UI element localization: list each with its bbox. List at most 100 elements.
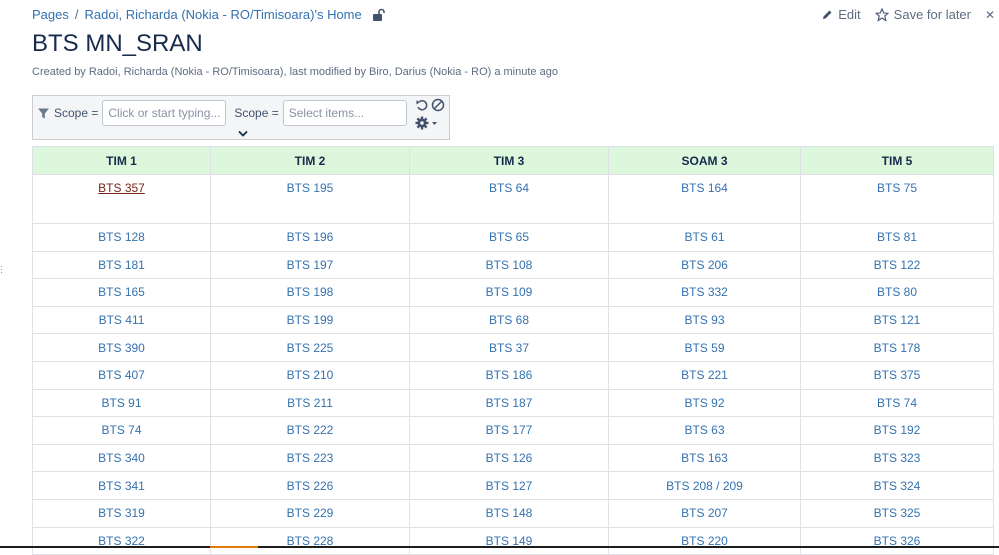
undo-icon[interactable] xyxy=(415,98,429,112)
table-cell: BTS 64 xyxy=(409,174,609,224)
bts-link[interactable]: BTS 64 xyxy=(489,181,529,195)
bts-link[interactable]: BTS 332 xyxy=(681,285,728,299)
table-cell: BTS 195 xyxy=(210,174,410,224)
bts-link[interactable]: BTS 226 xyxy=(287,479,334,493)
bts-link[interactable]: BTS 63 xyxy=(684,423,724,437)
bts-link[interactable]: BTS 75 xyxy=(877,181,917,195)
bts-link[interactable]: BTS 92 xyxy=(684,396,724,410)
breadcrumb-parent-link[interactable]: Radoi, Richarda (Nokia - RO/Timisoara)'s… xyxy=(85,7,362,22)
bts-link[interactable]: BTS 109 xyxy=(486,285,533,299)
bts-link[interactable]: BTS 61 xyxy=(684,230,724,244)
table-filter-panel: Scope = Scope = xyxy=(32,95,450,140)
bts-link[interactable]: BTS 81 xyxy=(877,230,917,244)
table-cell: BTS 199 xyxy=(210,305,410,335)
table-cell: BTS 127 xyxy=(409,471,609,500)
bts-link[interactable]: BTS 178 xyxy=(874,341,921,355)
table-cell: BTS 81 xyxy=(800,223,994,252)
table-cell: BTS 325 xyxy=(800,498,994,528)
gear-icon[interactable] xyxy=(415,116,441,130)
bts-link[interactable]: BTS 148 xyxy=(486,506,533,520)
star-icon xyxy=(874,7,889,22)
bts-link[interactable]: BTS 199 xyxy=(287,313,334,327)
bts-link[interactable]: BTS 122 xyxy=(874,258,921,272)
bts-link[interactable]: BTS 186 xyxy=(486,368,533,382)
bts-link[interactable]: BTS 192 xyxy=(874,423,921,437)
bts-link[interactable]: BTS 323 xyxy=(874,451,921,465)
bts-link[interactable]: BTS 74 xyxy=(101,423,141,437)
bts-link[interactable]: BTS 177 xyxy=(486,423,533,437)
bts-link[interactable]: BTS 390 xyxy=(98,341,145,355)
bts-link[interactable]: BTS 163 xyxy=(681,451,728,465)
column-header: TIM 1 xyxy=(32,146,211,175)
bts-link[interactable]: BTS 225 xyxy=(287,341,334,355)
breadcrumb-pages-link[interactable]: Pages xyxy=(32,7,69,22)
bts-link[interactable]: BTS 164 xyxy=(681,181,728,195)
table-cell: BTS 357 xyxy=(32,174,211,224)
bts-link[interactable]: BTS 196 xyxy=(287,230,334,244)
table-row: BTS 319 BTS 229 BTS 148 BTS 207 BTS 325 xyxy=(32,498,994,528)
bts-link[interactable]: BTS 187 xyxy=(486,396,533,410)
bts-link[interactable]: BTS 211 xyxy=(287,396,333,410)
bts-link[interactable]: BTS 208 / 209 xyxy=(666,479,743,493)
scope-select-2[interactable] xyxy=(282,100,407,126)
bts-link[interactable]: BTS 197 xyxy=(287,258,334,272)
table-cell: BTS 225 xyxy=(210,333,410,362)
table-cell: BTS 340 xyxy=(32,443,211,473)
table-cell: BTS 93 xyxy=(608,305,801,335)
bts-link[interactable]: BTS 375 xyxy=(874,368,921,382)
bts-link[interactable]: BTS 195 xyxy=(287,181,334,195)
save-for-later-button[interactable]: Save for later xyxy=(874,7,971,22)
unlock-icon[interactable] xyxy=(372,8,386,22)
scope-input-1[interactable] xyxy=(102,100,227,126)
table-cell: BTS 59 xyxy=(608,333,801,362)
bts-link[interactable]: BTS 121 xyxy=(874,313,921,327)
bts-link[interactable]: BTS 37 xyxy=(489,341,529,355)
bts-link[interactable]: BTS 324 xyxy=(874,479,921,493)
bts-link[interactable]: BTS 181 xyxy=(98,258,145,272)
bts-link[interactable]: BTS 221 xyxy=(681,368,728,382)
table-cell: BTS 122 xyxy=(800,250,994,280)
bts-link[interactable]: BTS 206 xyxy=(681,258,728,272)
bts-link[interactable]: BTS 407 xyxy=(98,368,145,382)
close-icon[interactable]: ✕ xyxy=(985,8,999,22)
column-header: TIM 3 xyxy=(409,146,609,175)
page-actions: Edit Save for later ✕ xyxy=(821,7,999,22)
bts-table: TIM 1 TIM 2 TIM 3 SOAM 3 TIM 5 BTS 357 BT… xyxy=(32,146,994,555)
bts-link[interactable]: BTS 59 xyxy=(684,341,724,355)
bts-link[interactable]: BTS 108 xyxy=(486,258,533,272)
table-cell: BTS 390 xyxy=(32,333,211,362)
bts-link[interactable]: BTS 74 xyxy=(877,396,917,410)
chevron-down-icon[interactable] xyxy=(238,130,248,138)
bts-link[interactable]: BTS 65 xyxy=(489,230,529,244)
filter-row: Scope = Scope = xyxy=(37,100,407,126)
bts-link[interactable]: BTS 319 xyxy=(98,506,145,520)
table-cell: BTS 128 xyxy=(32,223,211,252)
bts-link[interactable]: BTS 93 xyxy=(684,313,724,327)
bts-link[interactable]: BTS 165 xyxy=(98,285,145,299)
bts-link[interactable]: BTS 341 xyxy=(98,479,145,493)
bts-link[interactable]: BTS 91 xyxy=(101,396,141,410)
bts-link[interactable]: BTS 325 xyxy=(874,506,921,520)
bts-link[interactable]: BTS 357 xyxy=(98,181,145,195)
bts-link[interactable]: BTS 127 xyxy=(486,479,533,493)
resize-handle[interactable]: · · · xyxy=(0,262,4,277)
bts-link[interactable]: BTS 128 xyxy=(98,230,145,244)
bts-link[interactable]: BTS 411 xyxy=(99,313,145,327)
table-row: BTS 128 BTS 196 BTS 65 BTS 61 BTS 81 xyxy=(32,223,994,252)
bts-link[interactable]: BTS 222 xyxy=(287,423,334,437)
bts-link[interactable]: BTS 210 xyxy=(287,368,334,382)
bts-link[interactable]: BTS 126 xyxy=(486,451,533,465)
bts-link[interactable]: BTS 207 xyxy=(681,506,728,520)
bts-link[interactable]: BTS 198 xyxy=(287,285,334,299)
bts-link[interactable]: BTS 223 xyxy=(287,451,334,465)
table-cell: BTS 375 xyxy=(800,360,994,390)
bts-link[interactable]: BTS 340 xyxy=(98,451,145,465)
table-cell: BTS 61 xyxy=(608,223,801,252)
bts-link[interactable]: BTS 80 xyxy=(877,285,917,299)
bts-link[interactable]: BTS 229 xyxy=(287,506,334,520)
block-icon[interactable] xyxy=(431,98,445,112)
table-cell: BTS 196 xyxy=(210,223,410,252)
edit-button[interactable]: Edit xyxy=(821,7,861,22)
table-header-row: TIM 1 TIM 2 TIM 3 SOAM 3 TIM 5 xyxy=(32,146,994,175)
bts-link[interactable]: BTS 68 xyxy=(489,313,529,327)
